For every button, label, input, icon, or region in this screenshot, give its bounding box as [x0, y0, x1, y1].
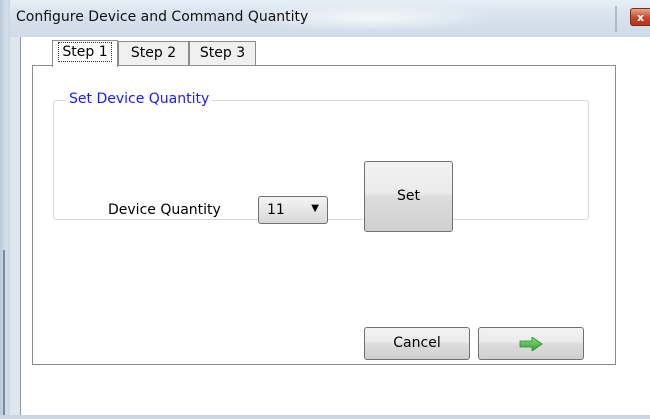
groupbox-title: Set Device Quantity: [66, 91, 213, 107]
device-quantity-value: 11: [267, 202, 285, 218]
green-right-arrow-icon: [519, 337, 543, 351]
tab-step-3-label: Step 3: [199, 45, 246, 61]
device-quantity-label: Device Quantity: [108, 202, 221, 218]
window-bottom-border: [0, 415, 650, 419]
tab-step-1[interactable]: Step 1: [52, 40, 118, 67]
next-button[interactable]: [478, 327, 584, 360]
tab-step-2-label: Step 2: [130, 45, 177, 61]
window-title: Configure Device and Command Quantity: [16, 9, 309, 25]
close-icon: x: [636, 11, 645, 24]
tab-step-1-label: Step 1: [58, 42, 112, 62]
cancel-button[interactable]: Cancel: [364, 327, 470, 360]
tab-step-3[interactable]: Step 3: [189, 41, 256, 65]
title-bar-separator: [615, 6, 617, 32]
dropdown-arrow-icon: ▼: [311, 203, 319, 214]
tab-step-2[interactable]: Step 2: [118, 41, 189, 65]
set-button[interactable]: Set: [364, 161, 453, 232]
device-quantity-select[interactable]: 11 ▼: [258, 196, 328, 224]
window-left-border: [0, 0, 10, 419]
close-button[interactable]: x: [630, 8, 650, 26]
